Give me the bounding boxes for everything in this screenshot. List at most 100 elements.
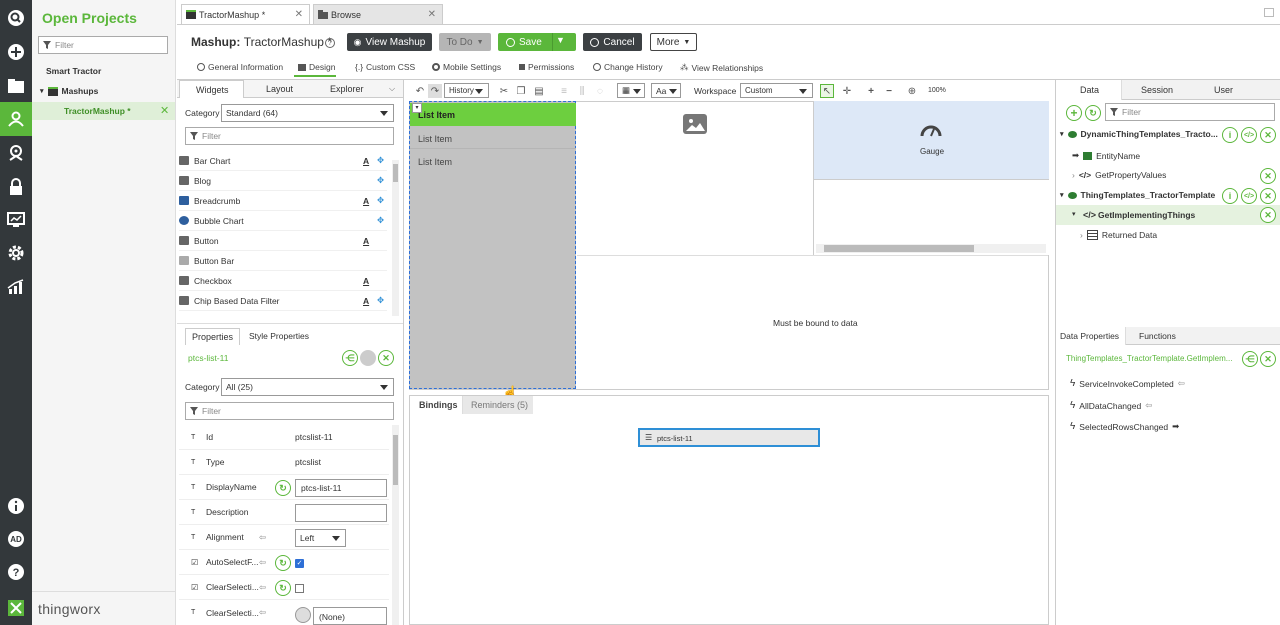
dashboard-icon[interactable] (0, 203, 32, 237)
data-source-thingtemplates[interactable]: ▾ ThingTemplates_TractorTemplate (1060, 190, 1215, 200)
layout-dropdown[interactable]: ▦ (617, 83, 645, 98)
help-icon[interactable]: ? (0, 555, 32, 589)
tab-browse[interactable]: Browse ✕ (313, 4, 443, 24)
tab-view-relationships[interactable]: ⁂ View Relationships (680, 62, 763, 73)
data-source-dynamicthingtemplates[interactable]: ▾ DynamicThingTemplates_Tracto... (1060, 129, 1218, 139)
tab-widgets[interactable]: Widgets (179, 80, 244, 98)
widgets-filter-input[interactable]: Filter (185, 127, 394, 145)
tab-layout[interactable]: Layout (266, 84, 293, 94)
close-circle-icon[interactable]: ✕ (1260, 207, 1276, 223)
spacing-icon[interactable]: ◌ (593, 84, 607, 98)
tab-data-properties[interactable]: Data Properties (1056, 327, 1126, 345)
share-icon[interactable]: ⋲ (342, 350, 358, 366)
tab-style-properties[interactable]: Style Properties (249, 331, 309, 341)
chevron-down-icon[interactable]: ▼ (556, 35, 565, 45)
refresh-icon[interactable]: ↻ (275, 480, 291, 496)
tab-functions[interactable]: Functions (1139, 331, 1176, 341)
refresh-icon[interactable]: ↻ (275, 580, 291, 596)
close-icon[interactable]: ✕ (428, 9, 436, 20)
tab-permissions[interactable]: Permissions (519, 62, 574, 72)
gear-icon[interactable] (0, 236, 32, 270)
widget-item-button-bar[interactable]: Button Bar (179, 251, 387, 271)
tab-data[interactable]: Data (1056, 80, 1122, 100)
zoom-out-icon[interactable]: − (882, 84, 896, 98)
close-circle-icon[interactable]: ✕ (1260, 188, 1276, 204)
projects-filter-input[interactable]: Filter (38, 36, 168, 54)
widget-item-button[interactable]: Button A (179, 231, 387, 251)
distribute-icon[interactable]: ⫼ (575, 84, 589, 98)
help-icon[interactable]: ? (325, 38, 335, 48)
close-circle-icon[interactable]: ✕ (1260, 127, 1276, 143)
tree-project-smart-tractor[interactable]: Smart Tractor (46, 66, 101, 76)
zoom-in-icon[interactable]: + (864, 84, 878, 98)
widget-item-chip-based-data-filter[interactable]: Chip Based Data Filter A ✥ (179, 291, 387, 311)
share-icon[interactable]: ⋲ (1242, 351, 1258, 367)
tab-general-information[interactable]: General Information (197, 62, 283, 72)
tab-mobile-settings[interactable]: Mobile Settings (432, 62, 501, 72)
tab-user[interactable]: User (1214, 85, 1233, 95)
info-icon[interactable] (0, 489, 32, 523)
analytics-icon[interactable] (0, 270, 32, 304)
alignment-select[interactable]: Left (295, 529, 346, 547)
widget-item-bar-chart[interactable]: Bar Chart A ✥ (179, 151, 387, 171)
view-mashup-button[interactable]: ◉ View Mashup (347, 33, 432, 51)
move-icon[interactable]: ✛ (840, 84, 854, 98)
list-widget[interactable]: List Item ▾ List Item List Item (409, 101, 576, 389)
close-circle-icon[interactable]: ✕ (1260, 168, 1276, 184)
tree-group-mashups[interactable]: ▾ Mashups (40, 86, 98, 96)
align-icon[interactable]: ≡ (557, 84, 571, 98)
widget-menu-icon[interactable]: ▾ (412, 103, 422, 113)
search-icon[interactable] (0, 1, 32, 35)
info-icon[interactable]: i (1222, 127, 1238, 143)
tab-properties[interactable]: Properties (185, 328, 240, 345)
undo-icon[interactable]: ↶ (413, 84, 427, 98)
clearselection-checkbox[interactable] (295, 584, 304, 593)
tab-bindings[interactable]: Bindings (410, 396, 463, 414)
folder-icon[interactable] (0, 69, 32, 103)
tab-tractormashup[interactable]: TractorMashup * ✕ (181, 4, 310, 24)
list-item[interactable]: List Item (410, 149, 576, 172)
refresh-icon[interactable]: ↻ (1085, 105, 1101, 121)
refresh-icon[interactable]: ↻ (275, 555, 291, 571)
code-icon[interactable]: </> (1241, 188, 1257, 204)
redo-icon[interactable]: ↷ (428, 84, 442, 98)
tree-item-tractormashup[interactable]: TractorMashup * ✕ (32, 102, 175, 120)
workspace-select[interactable]: Custom (740, 83, 813, 98)
displayname-input[interactable]: ptcs-list-11 (295, 479, 387, 497)
data-returned-data[interactable]: › Returned Data (1080, 230, 1157, 240)
close-circle-icon[interactable]: ✕ (1260, 351, 1276, 367)
chevron-down-icon[interactable]: ⌵ (389, 84, 395, 94)
cut-icon[interactable]: ✂ (497, 84, 511, 98)
projects-icon[interactable] (0, 102, 32, 136)
data-getimplementingthings[interactable]: ▾ </> GetImplementingThings ✕ (1056, 205, 1280, 225)
data-filter-input[interactable]: Filter (1105, 103, 1275, 121)
globe-icon[interactable] (295, 607, 311, 623)
code-icon[interactable]: </> (1241, 127, 1257, 143)
properties-scrollbar[interactable] (392, 425, 399, 625)
history-dropdown[interactable]: History (444, 83, 489, 98)
widgets-category-select[interactable]: Standard (64) (221, 104, 394, 122)
horizontal-scrollbar[interactable] (816, 244, 1046, 253)
tab-session[interactable]: Session (1141, 85, 1173, 95)
autoselect-checkbox[interactable]: ✓ (295, 559, 304, 568)
info-icon[interactable]: i (1222, 188, 1238, 204)
fit-icon[interactable]: ⊕ (905, 84, 919, 98)
widgets-scrollbar[interactable] (392, 160, 399, 316)
tab-reminders[interactable]: Reminders (5) (463, 396, 533, 414)
maximize-icon[interactable] (1264, 8, 1274, 17)
list-item[interactable]: List Item (410, 126, 576, 149)
tab-design[interactable]: Design (298, 62, 335, 72)
properties-category-select[interactable]: All (25) (221, 378, 394, 396)
close-icon[interactable]: ✕ (295, 9, 303, 20)
save-button[interactable]: Save ▼ (498, 33, 576, 51)
widget-item-breadcrumb[interactable]: Breadcrumb A ✥ (179, 191, 387, 211)
text-format-dropdown[interactable]: Aa (651, 83, 681, 98)
close-icon[interactable]: ✕ (160, 104, 169, 117)
close-circle-icon[interactable]: ✕ (378, 350, 394, 366)
gauge-widget[interactable]: Gauge (813, 101, 1049, 179)
plus-icon[interactable] (0, 35, 32, 69)
widget-item-checkbox[interactable]: Checkbox A (179, 271, 387, 291)
user-ad-icon[interactable]: AD (0, 522, 32, 556)
more-button[interactable]: More ▼ (650, 33, 697, 51)
data-getpropertyvalues[interactable]: › </> GetPropertyValues (1072, 170, 1166, 180)
